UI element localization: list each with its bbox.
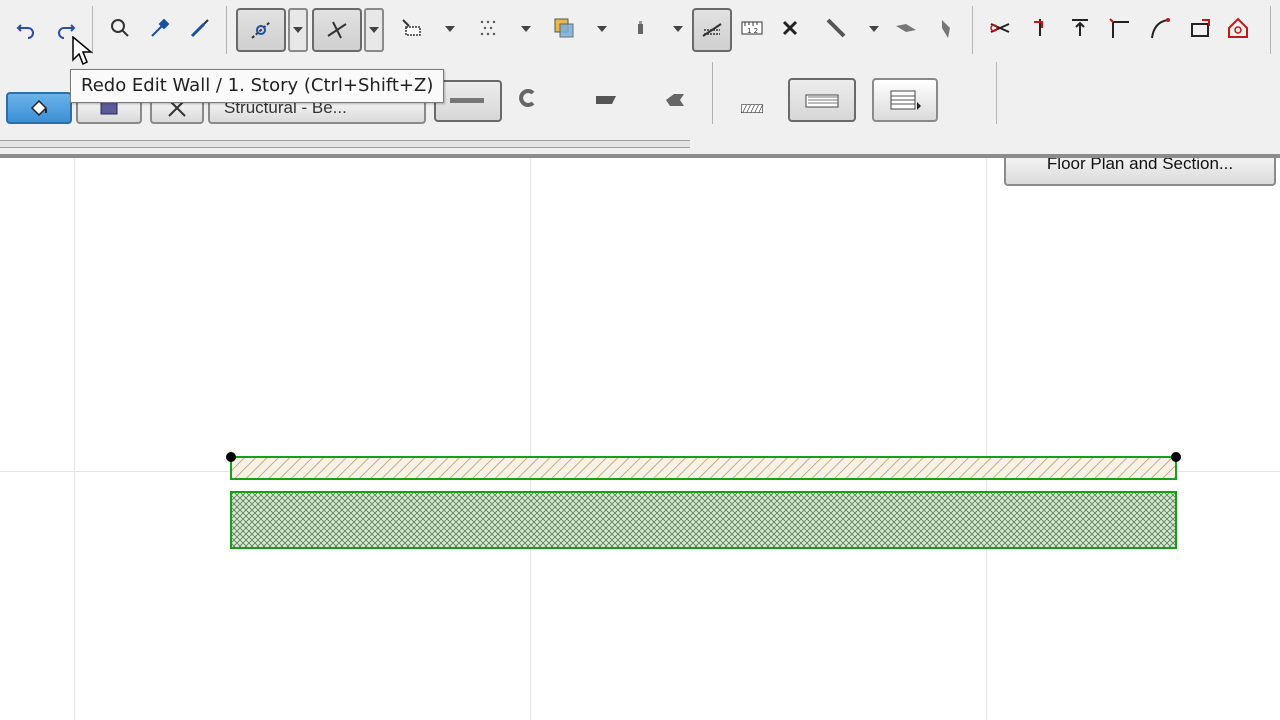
wall-preview[interactable] <box>230 491 1177 549</box>
wall-endpoint-right[interactable] <box>1171 452 1181 462</box>
mouse-cursor-icon <box>72 36 94 66</box>
wall-endpoint-left[interactable] <box>226 452 236 462</box>
selected-wall[interactable] <box>230 456 1177 480</box>
wall-drawing[interactable] <box>0 0 1280 720</box>
redo-tooltip: Redo Edit Wall / 1. Story (Ctrl+Shift+Z) <box>70 69 445 103</box>
